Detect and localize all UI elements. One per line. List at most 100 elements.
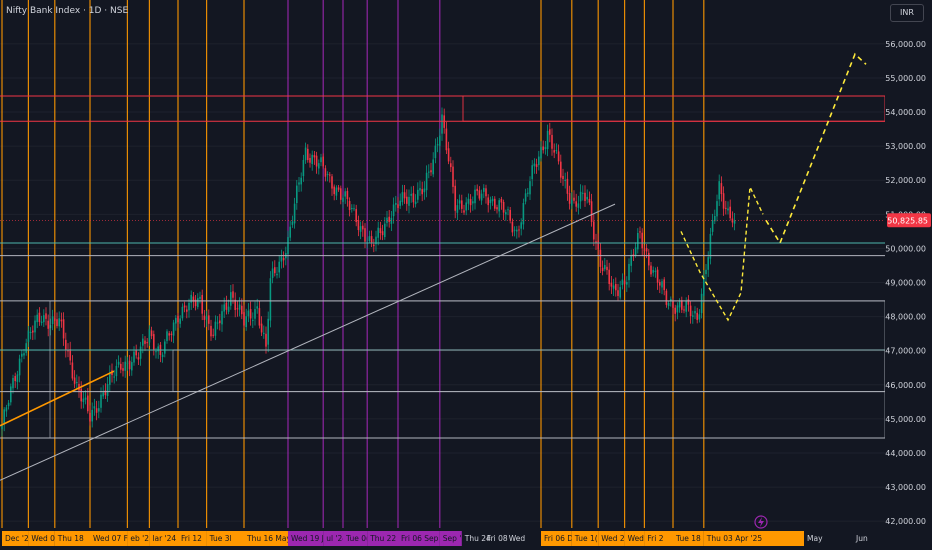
candle-body: [410, 193, 412, 196]
candle-body: [472, 201, 474, 204]
price-axis-label: 50,000.00: [885, 244, 926, 253]
candle-body: [230, 292, 232, 306]
time-axis-label: Wed: [509, 534, 526, 543]
time-axis-label: Thu 03 Apr '25: [706, 534, 763, 543]
candle-body: [243, 312, 245, 326]
candle-body: [661, 281, 663, 288]
candle-body: [219, 320, 221, 324]
candle-body: [399, 200, 401, 206]
candle-body: [568, 193, 571, 204]
candle-body: [485, 188, 487, 197]
candle-body: [302, 159, 305, 177]
candle-body: [170, 333, 173, 336]
candle-body: [687, 299, 690, 305]
candle-body: [621, 279, 624, 286]
candle-body: [716, 201, 718, 217]
candle-body: [381, 231, 384, 236]
candle-body: [318, 163, 320, 169]
price-axis-label: 48,000.00: [885, 313, 926, 322]
candle-body: [254, 309, 256, 319]
candle-body: [597, 240, 599, 249]
candle-body: [694, 311, 696, 314]
candle-body: [542, 146, 544, 151]
candle-body: [186, 309, 188, 312]
candle-body: [355, 209, 357, 223]
candle-body: [667, 302, 670, 306]
candle-body: [203, 315, 206, 321]
candle-body: [619, 287, 621, 298]
time-axis-label: Wed 2: [601, 534, 625, 543]
candle-body: [406, 196, 408, 204]
candle-body: [500, 199, 503, 203]
candle-body: [725, 207, 727, 209]
candle-body: [509, 210, 511, 221]
candle-body: [698, 314, 701, 320]
candle-body: [445, 128, 448, 151]
candle-body: [456, 205, 459, 213]
candle-body: [599, 249, 602, 267]
candle-body: [377, 227, 379, 238]
price-chart[interactable]: 42,000.00 43,000.00 44,000.00 45,000.00 46,0…: [0, 0, 932, 550]
time-axis-label: Tue 0(: [345, 534, 369, 543]
candle-body: [388, 216, 390, 222]
candle-body: [689, 305, 692, 317]
candle-body: [155, 351, 157, 353]
time-axis-label: Jun: [855, 534, 868, 543]
candle-body: [733, 220, 736, 224]
candle-body: [579, 191, 582, 202]
candle-body: [60, 319, 63, 322]
candle-body: [175, 317, 177, 324]
candle-body: [282, 257, 285, 261]
candle-body: [56, 319, 58, 327]
candle-body: [58, 318, 60, 327]
candle-body: [564, 179, 566, 182]
candle-body: [76, 381, 78, 384]
candle-body: [241, 305, 243, 315]
candle-body: [38, 312, 41, 322]
candle-body: [227, 306, 230, 312]
candle-body: [538, 156, 540, 166]
candle-body: [384, 223, 386, 238]
candle-body: [648, 252, 650, 266]
candle-body: [480, 193, 483, 201]
chart-title[interactable]: Nifty Bank Index · 1D · NSE: [6, 6, 128, 16]
candle-body: [27, 330, 30, 342]
candle-body: [172, 322, 175, 336]
candle-body: [397, 204, 399, 208]
candle-body: [201, 294, 203, 314]
price-axis-label: 46,000.00: [885, 381, 926, 390]
candle-body: [247, 310, 250, 317]
candle-body: [487, 197, 489, 206]
currency-button[interactable]: INR: [890, 4, 924, 22]
candle-body: [179, 318, 181, 324]
price-axis-label: 43,000.00: [885, 483, 926, 492]
time-axis-label: Thu 18: [57, 534, 84, 543]
candle-body: [430, 170, 432, 173]
candle-body: [73, 377, 76, 384]
time-axis-label: Tue 3l: [209, 534, 232, 543]
price-axis-label: 53,000.00: [885, 142, 926, 151]
candle-body: [337, 187, 340, 190]
candle-body: [641, 232, 643, 249]
candle-body: [491, 198, 494, 202]
candle-body: [142, 338, 144, 346]
candle-body: [45, 313, 47, 319]
candle-body: [32, 330, 34, 333]
candle-body: [238, 304, 241, 310]
time-axis-label: Tue 18: [675, 534, 701, 543]
candle-body: [584, 192, 586, 201]
candle-body: [62, 319, 65, 339]
candle-body: [357, 220, 360, 231]
candle-body: [47, 320, 49, 329]
candle-body: [274, 267, 276, 274]
candle-body: [370, 236, 373, 244]
candle-body: [43, 315, 45, 323]
candle-body: [685, 301, 687, 312]
candle-body: [278, 261, 280, 273]
candle-body: [144, 340, 146, 344]
candle-body: [390, 217, 393, 224]
candle-body: [604, 265, 606, 270]
candle-body: [652, 269, 654, 273]
candle-body: [232, 291, 234, 298]
last-price-label: 50,825.85: [887, 216, 928, 225]
